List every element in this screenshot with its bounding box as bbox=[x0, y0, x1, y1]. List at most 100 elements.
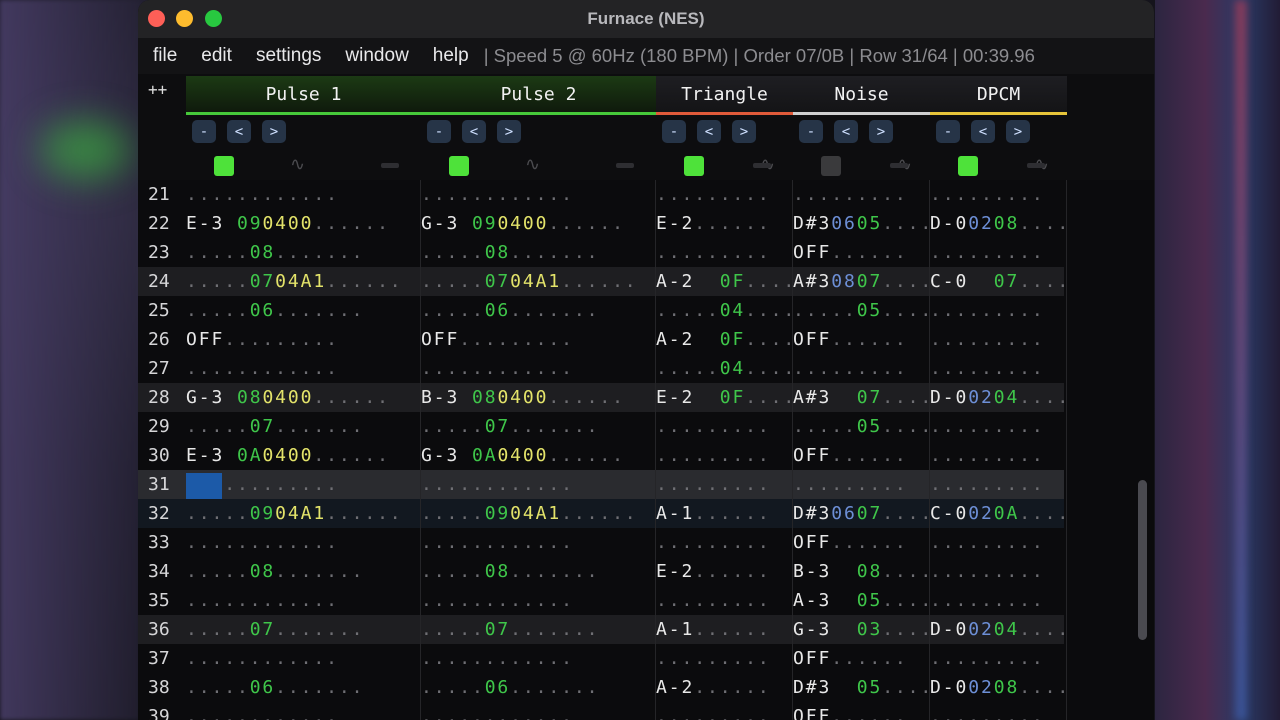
pattern-cell[interactable]: .....07....... bbox=[186, 412, 364, 441]
shift-right-button[interactable]: > bbox=[262, 120, 286, 143]
pattern-row[interactable]: 33................................. OFF..… bbox=[138, 528, 1064, 557]
pattern-cell[interactable]: D#30605.... bbox=[793, 209, 933, 238]
pattern-cell[interactable]: A#3 07.... bbox=[793, 383, 933, 412]
pattern-cell[interactable]: A-2...... bbox=[656, 673, 771, 702]
pattern-cell[interactable]: D-00208.... bbox=[930, 209, 1070, 238]
mute-toggle[interactable] bbox=[684, 156, 704, 176]
menu-file[interactable]: file bbox=[153, 45, 177, 67]
pattern-cell[interactable]: OFF...... bbox=[793, 528, 908, 557]
pattern-cell[interactable]: ......... bbox=[656, 528, 771, 557]
pattern-row[interactable]: 38 .....06....... .....06....... A-2...... D… bbox=[138, 673, 1068, 702]
pattern-cell[interactable]: B-3 08.... bbox=[793, 557, 933, 586]
pattern-cell[interactable]: .....0704A1...... bbox=[421, 267, 638, 296]
pattern-cell[interactable]: ............ bbox=[421, 354, 574, 383]
mute-toggle[interactable] bbox=[214, 156, 234, 176]
shift-left-button[interactable]: < bbox=[462, 120, 486, 143]
pattern-cell[interactable]: ......... bbox=[930, 702, 1045, 720]
channel-name[interactable]: Pulse 1 bbox=[186, 76, 421, 112]
expand-all-button[interactable]: ++ bbox=[148, 80, 167, 99]
pattern-cell[interactable]: ............ bbox=[421, 644, 574, 673]
pattern-cell[interactable]: ......... bbox=[656, 238, 771, 267]
pattern-cell[interactable]: ......... bbox=[930, 296, 1045, 325]
shift-left-button[interactable]: < bbox=[834, 120, 858, 143]
collapse-button[interactable]: - bbox=[799, 120, 823, 143]
solo-toggle[interactable] bbox=[890, 163, 908, 168]
pattern-cell[interactable]: G-3 0A0400...... bbox=[421, 441, 625, 470]
pattern-cell[interactable]: ............ bbox=[421, 702, 574, 720]
pattern-cell[interactable]: G-3 03.... bbox=[793, 615, 933, 644]
pattern-cell[interactable]: .....0704A1...... bbox=[186, 267, 403, 296]
pattern-cell[interactable]: B-3 080400...... bbox=[421, 383, 625, 412]
pattern-cell[interactable]: E-2 0F.... bbox=[656, 383, 796, 412]
pattern-cell[interactable]: OFF...... bbox=[793, 644, 908, 673]
pattern-cell[interactable]: .....0904A1...... bbox=[421, 499, 638, 528]
pattern-row[interactable]: 21......................................… bbox=[138, 180, 1064, 209]
pattern-cell[interactable]: .....07....... bbox=[421, 412, 599, 441]
pattern-cell[interactable]: ......... bbox=[930, 644, 1045, 673]
shift-left-button[interactable]: < bbox=[227, 120, 251, 143]
collapse-button[interactable]: - bbox=[427, 120, 451, 143]
pattern-cell[interactable]: .....06....... bbox=[186, 673, 364, 702]
pattern-row[interactable]: 24 .....0704A1...... .....0704A1...... A-2 … bbox=[138, 267, 1068, 296]
pattern-cell[interactable]: ......... bbox=[930, 586, 1045, 615]
pattern-cell[interactable]: ............ bbox=[186, 586, 339, 615]
pattern-cell[interactable]: E-2...... bbox=[656, 557, 771, 586]
pattern-cell[interactable]: ............ bbox=[421, 586, 574, 615]
pattern-cell[interactable]: .....08....... bbox=[421, 557, 599, 586]
pattern-cell[interactable]: ......... bbox=[656, 180, 771, 209]
pattern-row[interactable]: 27........................ .....04.......… bbox=[138, 354, 1064, 383]
pattern-cell[interactable]: .....04.... bbox=[656, 354, 796, 383]
pattern-cell[interactable]: ......... bbox=[930, 528, 1045, 557]
pattern-cell[interactable]: ......... bbox=[793, 354, 908, 383]
pattern-cell[interactable]: ............ bbox=[186, 644, 339, 673]
pattern-row[interactable]: 22 E-3 090400...... G-3 090400...... E-2...… bbox=[138, 209, 1068, 238]
shift-left-button[interactable]: < bbox=[697, 120, 721, 143]
pattern-cell[interactable]: A-2 0F.... bbox=[656, 267, 796, 296]
pattern-cell[interactable]: ......... bbox=[930, 325, 1045, 354]
pattern-cell[interactable]: ............ bbox=[421, 470, 574, 499]
solo-toggle[interactable] bbox=[381, 163, 399, 168]
pattern-row[interactable]: 30 E-3 0A0400...... G-3 0A0400............… bbox=[138, 441, 1064, 470]
mute-toggle[interactable] bbox=[821, 156, 841, 176]
pattern-cell[interactable]: .....08....... bbox=[186, 238, 364, 267]
pattern-row[interactable]: 23 .....08....... .....08................ O… bbox=[138, 238, 1064, 267]
pattern-cell[interactable]: .....05.... bbox=[793, 296, 933, 325]
pattern-cell[interactable]: G-3 080400...... bbox=[186, 383, 390, 412]
pattern-cell[interactable]: .....06....... bbox=[421, 673, 599, 702]
pattern-cell[interactable]: .....0904A1...... bbox=[186, 499, 403, 528]
pattern-row[interactable]: 29 .....07....... .....07.................… bbox=[138, 412, 1064, 441]
shift-right-button[interactable]: > bbox=[1006, 120, 1030, 143]
menu-window[interactable]: window bbox=[345, 45, 408, 67]
pattern-cell[interactable]: G-3 090400...... bbox=[421, 209, 625, 238]
pattern-cell[interactable]: D-00204.... bbox=[930, 615, 1070, 644]
pattern-scrollbar[interactable] bbox=[1138, 480, 1147, 640]
pattern-cell[interactable]: ............ bbox=[186, 354, 339, 383]
menu-edit[interactable]: edit bbox=[201, 45, 232, 67]
shift-right-button[interactable]: > bbox=[732, 120, 756, 143]
pattern-cell[interactable]: ......... bbox=[793, 180, 908, 209]
pattern-cell[interactable]: ............ bbox=[421, 180, 574, 209]
pattern-cell[interactable]: A-3 05.... bbox=[793, 586, 933, 615]
pattern-row[interactable]: 26 OFF......... OFF......... A-2 0F.... OFF.… bbox=[138, 325, 1064, 354]
pattern-row[interactable]: 31......................................… bbox=[138, 470, 1064, 499]
pattern-cell[interactable]: ......... bbox=[930, 180, 1045, 209]
solo-toggle[interactable] bbox=[1027, 163, 1045, 168]
pattern-cell[interactable]: .....06....... bbox=[186, 296, 364, 325]
minimize-window-button[interactable] bbox=[176, 10, 193, 27]
pattern-cell[interactable]: OFF...... bbox=[793, 325, 908, 354]
pattern-cell[interactable]: ......... bbox=[656, 412, 771, 441]
pattern-row[interactable]: 35................................. A-3 0… bbox=[138, 586, 1064, 615]
channel-name[interactable]: Pulse 2 bbox=[421, 76, 656, 112]
pattern-cell[interactable]: ......... bbox=[656, 702, 771, 720]
pattern-cell[interactable]: ......... bbox=[930, 412, 1045, 441]
pattern-cell[interactable]: ......... bbox=[930, 441, 1045, 470]
shift-right-button[interactable]: > bbox=[869, 120, 893, 143]
collapse-button[interactable]: - bbox=[192, 120, 216, 143]
menu-settings[interactable]: settings bbox=[256, 45, 321, 67]
pattern-cell[interactable]: OFF......... bbox=[186, 325, 339, 354]
solo-toggle[interactable] bbox=[616, 163, 634, 168]
pattern-cell[interactable]: E-3 0A0400...... bbox=[186, 441, 390, 470]
pattern-cell[interactable]: C-0020A.... bbox=[930, 499, 1070, 528]
pattern-cell[interactable]: .....08....... bbox=[421, 238, 599, 267]
pattern-cell[interactable]: OFF...... bbox=[793, 238, 908, 267]
